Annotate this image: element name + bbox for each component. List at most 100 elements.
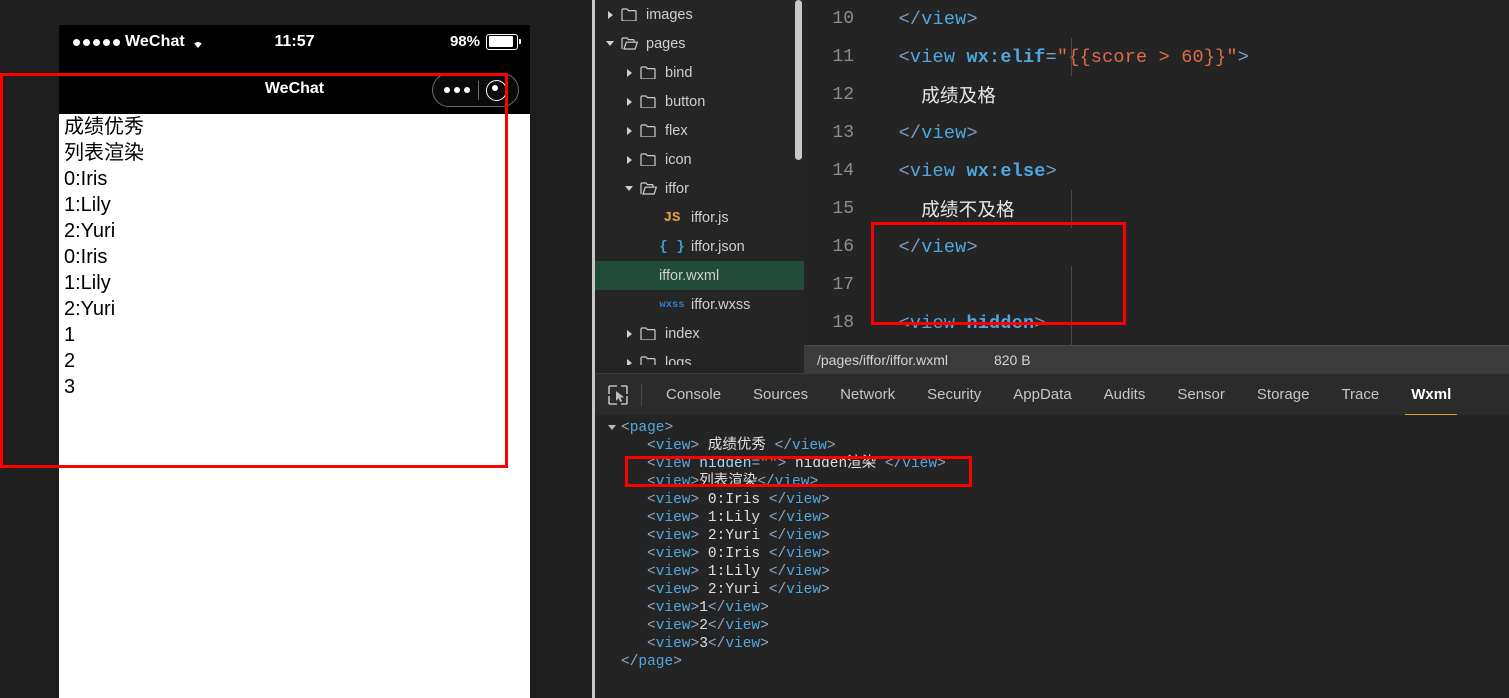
wxml-node[interactable]: <view> 0:Iris </view>	[595, 491, 1509, 509]
wxml-node[interactable]: <view>1</view>	[595, 599, 1509, 617]
simulator-page-content: 成绩优秀 列表渲染 0:Iris 1:Lily 2:Yuri 0:Iris 1:Lily 2:…	[59, 114, 530, 698]
wxml-node[interactable]: <view>3</view>	[595, 635, 1509, 653]
code-line[interactable]: 11 <view wx:elif="{{score > 60}}">	[804, 38, 1509, 76]
wxml-node[interactable]: <view> 2:Yuri </view>	[595, 581, 1509, 599]
wxml-node[interactable]: <view hidden=""> hidden渲染 </view>	[595, 455, 1509, 473]
devtools-tab-audits[interactable]: Audits	[1088, 374, 1162, 416]
wechat-capsule-button[interactable]	[432, 73, 519, 107]
chevron-right-icon[interactable]	[624, 95, 637, 108]
file-tree-item-label: iffor.json	[691, 238, 745, 255]
chevron-down-icon[interactable]	[624, 182, 637, 195]
phone-status-bar: WeChat 11:57 98%	[59, 25, 530, 69]
wxss-file-icon: wxss	[659, 298, 685, 311]
battery-icon	[486, 33, 521, 50]
code-line-text: </view>	[898, 236, 978, 258]
chevron-right-icon[interactable]	[624, 327, 637, 340]
devtools-tab-sources[interactable]: Sources	[737, 374, 824, 416]
code-line[interactable]: 15 成绩不及格	[804, 190, 1509, 228]
wxml-node[interactable]: <page>	[595, 419, 1509, 437]
code-line[interactable]: 17	[804, 266, 1509, 304]
wxml-node[interactable]: <view>2</view>	[595, 617, 1509, 635]
wxml-node[interactable]: <view>列表渲染</view>	[595, 473, 1509, 491]
chevron-right-icon[interactable]	[605, 8, 618, 21]
wxml-node[interactable]: <view> 成绩优秀 </view>	[595, 437, 1509, 455]
simulator-output-line: 2:Yuri	[64, 220, 116, 242]
file-tree-item-button[interactable]: button	[595, 87, 804, 116]
more-dots-icon[interactable]	[444, 87, 470, 93]
code-line[interactable]: 13 </view>	[804, 114, 1509, 152]
inspect-cursor-icon[interactable]	[607, 384, 629, 406]
file-tree-item-icon[interactable]: icon	[595, 145, 804, 174]
file-tree-item-iffor-wxss[interactable]: wxss iffor.wxss	[595, 290, 804, 319]
line-number: 17	[832, 275, 854, 295]
devtools-tab-console[interactable]: Console	[650, 374, 737, 416]
folder-icon	[640, 153, 657, 167]
devtools-tab-wxml[interactable]: Wxml	[1395, 374, 1467, 416]
folder-icon	[640, 327, 657, 341]
phone-nav-bar: WeChat	[59, 69, 530, 114]
code-line[interactable]: 12 成绩及格	[804, 76, 1509, 114]
chevron-down-icon[interactable]	[605, 37, 618, 50]
file-tree-item-label: iffor.wxss	[691, 296, 751, 313]
file-tree[interactable]: images pages bind button flex icon iffor JS iffo…	[595, 0, 804, 365]
chevron-right-icon[interactable]	[624, 356, 637, 365]
editor-path-bar: /pages/iffor/iffor.wxml 820 B	[804, 345, 1509, 374]
chevron-right-icon[interactable]	[624, 153, 637, 166]
file-tree-item-label: pages	[646, 35, 686, 52]
folder-icon	[621, 8, 638, 22]
code-line[interactable]: 10 </view>	[804, 0, 1509, 38]
file-tree-item-bind[interactable]: bind	[595, 58, 804, 87]
line-number: 18	[832, 313, 854, 333]
battery-percent-label: 98%	[449, 33, 480, 50]
devtools-tab-sensor[interactable]: Sensor	[1161, 374, 1241, 416]
file-tree-item-index[interactable]: index	[595, 319, 804, 348]
devtools-tab-network[interactable]: Network	[824, 374, 911, 416]
wxml-node[interactable]: <view> 0:Iris </view>	[595, 545, 1509, 563]
file-tree-item-label: flex	[665, 122, 688, 139]
code-line-text: <view wx:else>	[898, 160, 1057, 182]
wxml-tree-panel[interactable]: <page> <view> 成绩优秀 </view> <view hidden=""…	[595, 415, 1509, 698]
file-tree-item-label: logs	[665, 354, 692, 366]
file-tree-item-flex[interactable]: flex	[595, 116, 804, 145]
chevron-right-icon[interactable]	[624, 66, 637, 79]
line-number: 12	[832, 85, 854, 105]
code-line-text: </view>	[898, 8, 978, 30]
devtools-tab-security[interactable]: Security	[911, 374, 997, 416]
file-tree-item-label: index	[665, 325, 700, 342]
wxml-node[interactable]: <view> 1:Lily </view>	[595, 509, 1509, 527]
code-line-text: 成绩及格	[921, 87, 997, 108]
simulator-output-line: 1	[64, 324, 76, 346]
code-line[interactable]: 18 <view hidden>	[804, 304, 1509, 342]
simulator-output-line: 3	[64, 376, 76, 398]
file-tree-item-pages[interactable]: pages	[595, 29, 804, 58]
folder-icon	[640, 95, 657, 109]
target-circle-icon[interactable]	[486, 79, 507, 101]
indent-guide-4	[1071, 266, 1072, 342]
file-tree-item-iffor-json[interactable]: { } iffor.json	[595, 232, 804, 261]
file-tree-item-label: bind	[665, 64, 693, 81]
folder-open-icon	[621, 37, 639, 50]
file-tree-item-iffor-js[interactable]: JS iffor.js	[595, 203, 804, 232]
line-number: 13	[832, 123, 854, 143]
file-tree-item-logs[interactable]: logs	[595, 348, 804, 365]
code-line[interactable]: 16 </view>	[804, 228, 1509, 266]
file-tree-scrollbar[interactable]	[795, 0, 802, 160]
js-file-icon: JS	[663, 209, 681, 226]
code-line[interactable]: 14 <view wx:else>	[804, 152, 1509, 190]
line-number: 11	[832, 47, 854, 67]
devtools-tab-trace[interactable]: Trace	[1325, 374, 1395, 416]
wxml-node[interactable]: <view> 1:Lily </view>	[595, 563, 1509, 581]
file-tree-item-images[interactable]: images	[595, 0, 804, 29]
code-editor[interactable]: 10 </view> 11 <view wx:elif="{{score > 60…	[804, 0, 1509, 345]
wxml-node[interactable]: </page>	[595, 653, 1509, 671]
caret-down-icon[interactable]	[608, 425, 616, 430]
devtools-tab-storage[interactable]: Storage	[1241, 374, 1326, 416]
file-tree-item-iffor[interactable]: iffor	[595, 174, 804, 203]
file-tree-item-iffor-wxml[interactable]: < >iffor.wxml	[595, 261, 804, 290]
devtools-tab-appdata[interactable]: AppData	[997, 374, 1087, 416]
simulator-output-line: 2	[64, 350, 76, 372]
indent-guide-1	[1071, 38, 1072, 76]
chevron-right-icon[interactable]	[624, 124, 637, 137]
wxml-node[interactable]: <view> 2:Yuri </view>	[595, 527, 1509, 545]
